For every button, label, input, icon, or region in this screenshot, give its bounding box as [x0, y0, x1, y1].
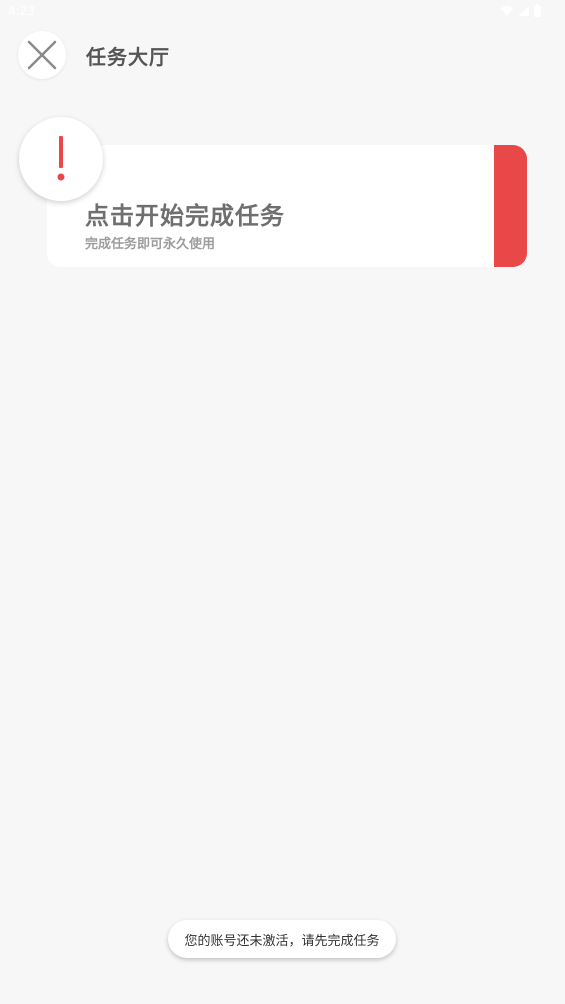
close-button[interactable] — [18, 31, 66, 79]
card-accent-bar — [494, 145, 527, 267]
wifi-icon — [500, 5, 514, 16]
alert-badge — [19, 117, 103, 201]
task-subtitle: 完成任务即可永久使用 — [85, 237, 216, 252]
page-title: 任务大厅 — [86, 45, 170, 69]
start-task-card[interactable]: 点击开始完成任务 完成任务即可永久使用 — [47, 145, 527, 267]
status-time: 4:23 — [8, 4, 35, 18]
battery-icon — [534, 4, 541, 17]
task-title: 点击开始完成任务 — [85, 202, 285, 230]
signal-icon — [519, 5, 529, 16]
exclamation-icon — [57, 136, 65, 181]
toast-message: 您的账号还未激活，请先完成任务 — [168, 920, 396, 958]
status-icons — [500, 4, 541, 17]
status-bar: 4:23 — [0, 0, 565, 24]
close-icon — [27, 40, 57, 70]
